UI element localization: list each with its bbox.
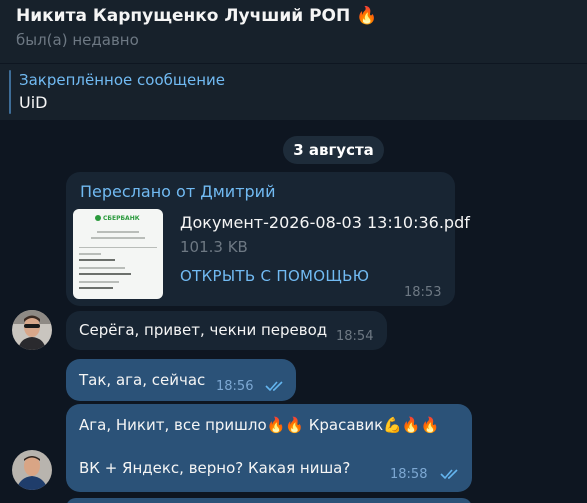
message-time: 18:58 [390, 467, 428, 482]
date-separator: 3 августа [283, 136, 384, 164]
message-outgoing[interactable]: Ага, Никит, все пришло🔥🔥 Красавик💪🔥🔥 ВК … [66, 404, 472, 492]
avatar-image [12, 310, 52, 350]
message-incoming[interactable]: Серёга, привет, чекни перевод 18:54 [66, 311, 387, 350]
message-time: 18:53 [404, 285, 442, 300]
receipt-line [79, 253, 101, 255]
document-name[interactable]: Документ-2026-08-03 13:10:36.pdf [180, 213, 470, 232]
pinned-message-bar[interactable]: Закреплённое сообщение UiD [0, 63, 587, 120]
message-text: Серёга, привет, чекни перевод [79, 321, 328, 339]
chat-header[interactable]: Никита Карпущенко Лучший РОП 🔥 был(а) не… [0, 0, 587, 63]
pinned-title: Закреплённое сообщение [19, 71, 226, 89]
message-outgoing[interactable]: Так, ага, сейчас 18:56 [66, 359, 296, 401]
receipt-divider [79, 247, 157, 248]
receipt-line [79, 259, 115, 261]
sender-avatar[interactable] [12, 450, 52, 490]
receipt-line [97, 231, 139, 233]
chat-title[interactable]: Никита Карпущенко Лучший РОП 🔥 [16, 6, 377, 26]
sender-avatar[interactable] [12, 310, 52, 350]
message-text-line: ВК + Яндекс, верно? Какая ниша? [79, 459, 351, 477]
message-time: 18:54 [336, 329, 374, 344]
avatar-image [12, 450, 52, 490]
message-outgoing-partial[interactable] [66, 498, 472, 503]
message-time: 18:56 [216, 379, 254, 394]
message-text: Так, ага, сейчас [79, 371, 206, 389]
pinned-text: UiD [19, 93, 48, 112]
double-check-icon [265, 381, 283, 392]
open-with-button[interactable]: ОТКРЫТЬ С ПОМОЩЬЮ [180, 267, 369, 285]
message-forwarded-document[interactable]: Переслано от Дмитрий СБЕРБАНК Документ-2… [66, 172, 470, 306]
receipt-line [79, 287, 113, 289]
receipt-line [79, 267, 125, 269]
receipt-line [79, 281, 119, 283]
receipt-line [91, 237, 145, 239]
chat-status: был(а) недавно [16, 31, 139, 49]
forwarded-from-label[interactable]: Переслано от Дмитрий [80, 182, 275, 201]
bank-logo-icon [95, 215, 101, 221]
message-text-line: Ага, Никит, все пришло🔥🔥 Красавик💪🔥🔥 [79, 416, 440, 434]
pinned-indicator [9, 70, 11, 114]
document-size: 101.3 KB [180, 238, 248, 256]
document-thumbnail[interactable]: СБЕРБАНК [73, 209, 163, 299]
receipt-line [79, 273, 131, 275]
double-check-icon [440, 469, 458, 480]
bank-logo-text: СБЕРБАНК [103, 215, 140, 222]
